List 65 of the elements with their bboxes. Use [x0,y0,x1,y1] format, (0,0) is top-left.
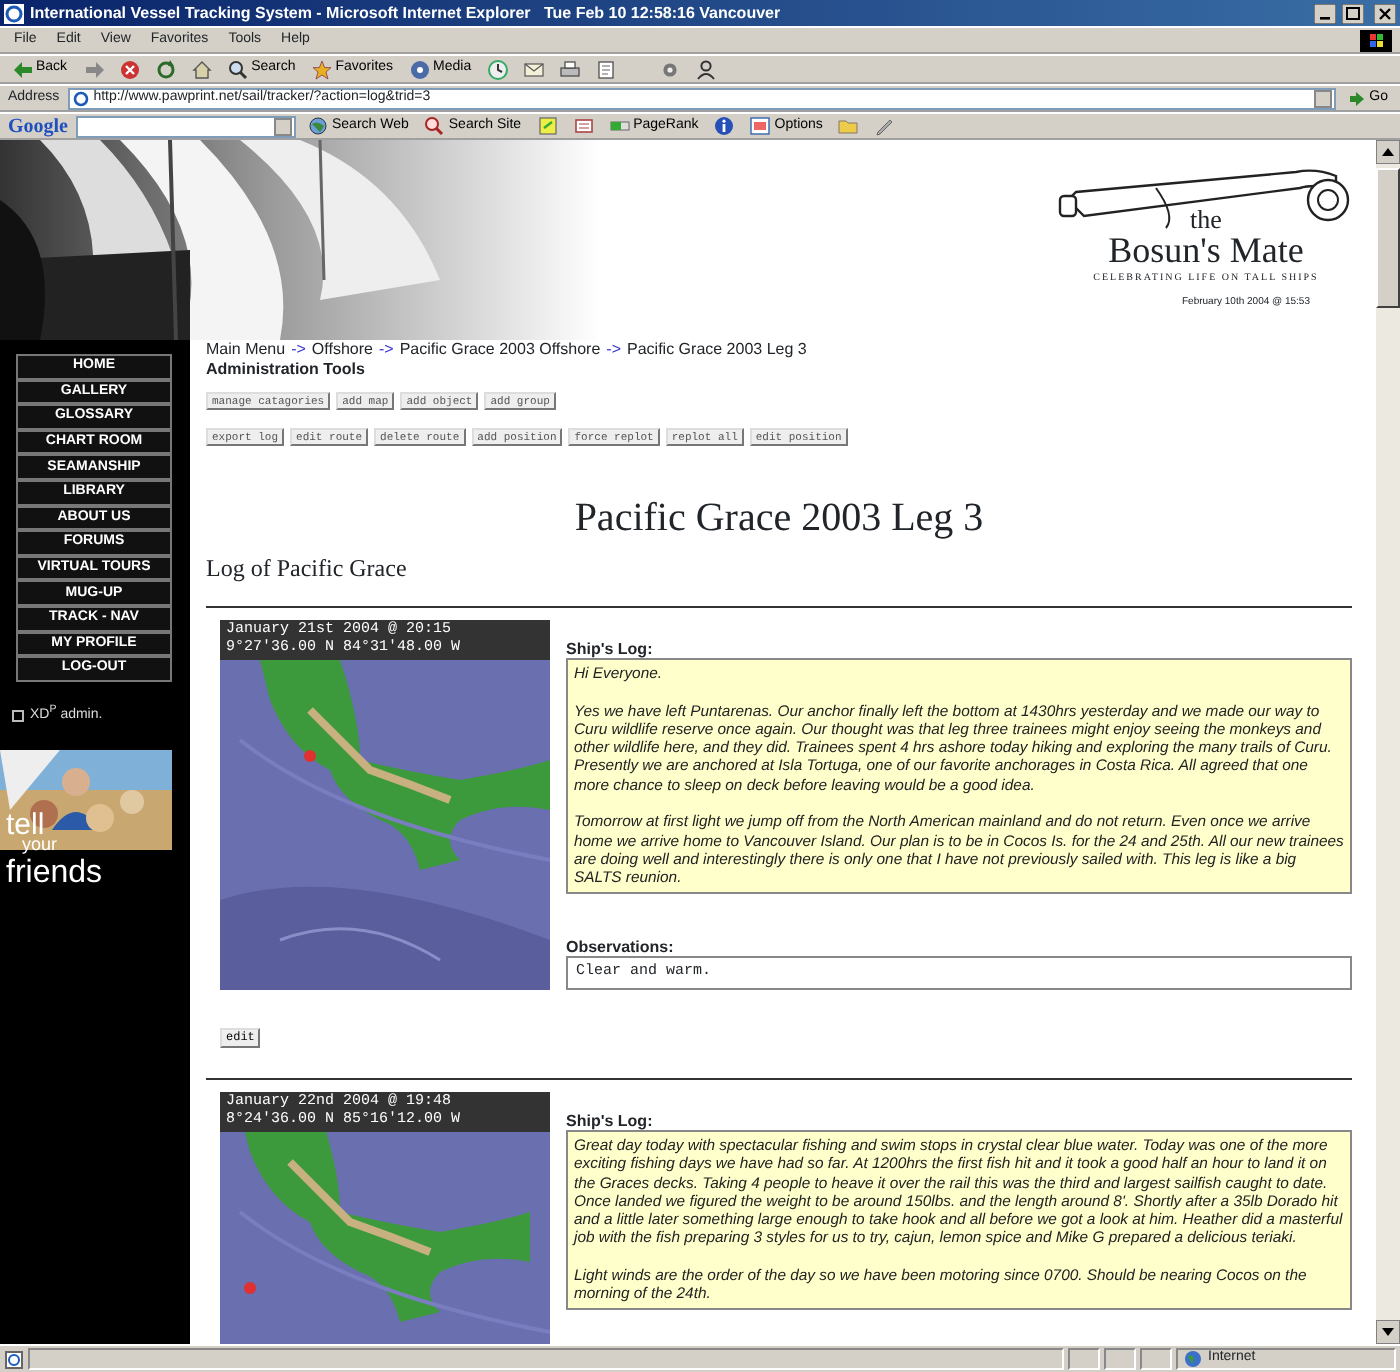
print-button[interactable] [555,59,584,79]
news-icon [573,116,594,136]
news-button[interactable] [569,116,598,136]
page-icon [4,1349,24,1369]
maximize-button[interactable] [1342,3,1364,23]
page-title: Pacific Grace 2003 Leg 3 [572,494,986,542]
back-arrow-icon [12,59,32,79]
breadcrumb-separator: -> [378,340,394,358]
home-button[interactable] [187,59,216,79]
media-icon [409,59,430,79]
scroll-down-button[interactable] [1376,1320,1400,1344]
home-icon [191,59,212,79]
scroll-up-button[interactable] [1376,140,1400,164]
status-panel [1140,1348,1172,1370]
pencil-icon [874,116,895,136]
field-label: Ship's Log: [566,640,655,658]
pagerank-meter-icon [609,116,630,136]
globe-search-icon [308,116,328,136]
stop-button[interactable] [115,59,144,79]
logo-text: the [1190,208,1222,232]
breadcrumb-link[interactable]: Pacific Grace 2003 Leg 3 [627,340,807,358]
info-button[interactable] [710,116,739,136]
highlighter-icon [537,116,558,136]
field-label: Ship's Log: [566,1112,655,1130]
breadcrumb-link[interactable]: Pacific Grace 2003 Offshore [399,340,601,358]
google-logo[interactable]: Google [8,111,68,141]
minimize-button[interactable] [1314,3,1336,23]
search-icon [227,59,248,79]
folder-icon [838,116,859,136]
notepad-icon [595,59,616,79]
page-subtitle: Log of Pacific Grace [206,552,409,586]
highlight-button[interactable] [533,116,562,136]
arrow-icon [1347,89,1366,107]
close-button[interactable] [1374,3,1396,23]
breadcrumb-separator: -> [291,340,306,358]
breadcrumb-link[interactable]: Main Menu [206,340,286,358]
messenger-button[interactable] [691,59,720,79]
promo-text[interactable]: friends [6,858,103,891]
printer-icon [559,59,580,79]
dropdown-button[interactable] [1313,89,1332,107]
star-icon [311,59,332,79]
breadcrumb-link[interactable]: Offshore [311,340,373,358]
forward-arrow-icon [83,59,104,79]
stop-icon [119,59,140,79]
page-icon [71,89,90,107]
mail-button[interactable] [519,59,548,79]
envelope-icon [523,59,544,79]
google-search-field[interactable] [76,115,296,137]
status-panel [1104,1348,1136,1370]
clock-icon [487,59,508,79]
person-icon [695,59,716,79]
status-panel [1068,1348,1100,1370]
breadcrumb-separator: -> [606,340,622,358]
gear-icon [659,59,680,79]
logo-text: Bosun's Mate [1108,232,1304,268]
history-button[interactable] [483,59,512,79]
scroll-thumb[interactable] [1376,168,1400,308]
window-title: International Vessel Tracking System - Microsoft Internet Explorer Tue Feb 10 12:58:16 Vancouver [30,1,783,25]
globe-icon [1184,1350,1202,1368]
windows-logo-icon [1360,29,1392,51]
section-heading: Administration Tools [206,360,367,380]
site-search-icon [424,116,445,136]
field-label: Observations: [566,937,676,956]
admin-checkbox[interactable] [12,709,24,722]
refresh-icon [155,59,176,79]
